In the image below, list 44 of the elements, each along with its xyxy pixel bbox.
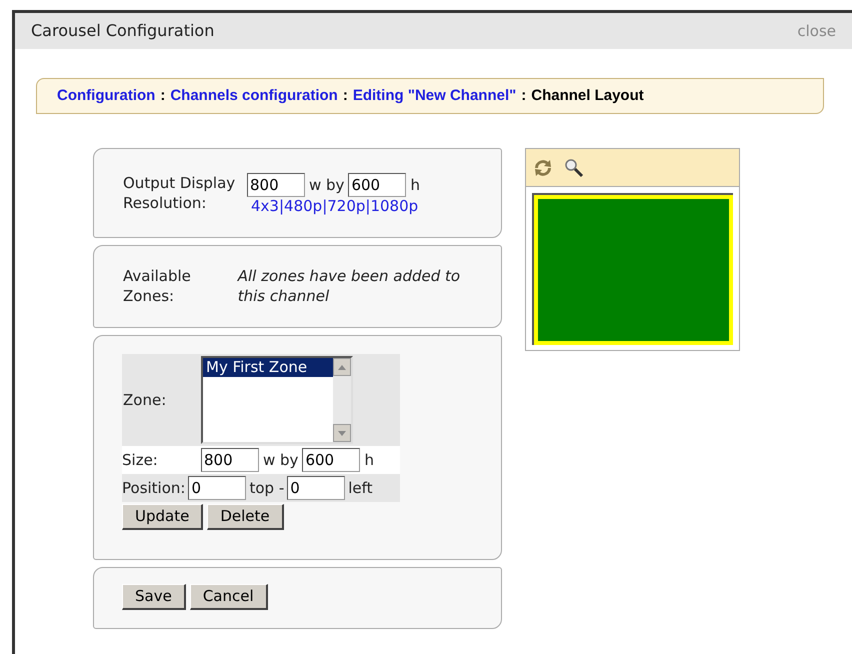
text-field[interactable]: 800 [247,173,305,197]
link-separator: | [278,196,284,217]
text-field[interactable]: 0 [188,476,246,500]
refresh-icon[interactable] [532,158,554,178]
form-button[interactable]: Delete [207,504,284,530]
unit-label: h [364,450,374,471]
breadcrumb-link[interactable]: Configuration [57,84,156,108]
field-label: Size: [122,450,159,471]
breadcrumb-link[interactable]: Editing "New Channel" [352,84,516,108]
zone-listbox[interactable]: My First Zone [201,356,353,444]
unit-label: top - [249,478,284,499]
window-title: Carousel Configuration [31,20,214,42]
field-label: Position: [122,478,186,499]
text-field[interactable]: 600 [302,448,360,472]
field-label: Available Zones: [123,266,192,306]
form-button[interactable]: Save [122,584,186,610]
zones-message: All zones have been added to this channel [238,266,462,306]
breadcrumb-separator: : [160,86,166,106]
breadcrumb-link[interactable]: Channels configuration [170,84,338,108]
resolution-link[interactable]: 720p [327,195,366,218]
scrollbar[interactable] [333,358,351,442]
unit-label: w by [309,174,344,196]
field-label: Zone: [122,390,168,411]
search-icon[interactable] [564,158,584,178]
breadcrumb-current: Channel Layout [531,86,644,106]
breadcrumb-separator: : [342,86,348,106]
unit-label: w by [263,450,298,471]
text-field[interactable]: 600 [348,173,406,197]
zone-option[interactable]: My First Zone [203,358,333,377]
form-button[interactable]: Update [122,504,204,530]
scroll-down-icon[interactable] [333,424,351,442]
field-label: Output Display Resolution: [123,173,236,214]
scroll-up-icon[interactable] [333,358,351,376]
resolution-link[interactable]: 1080p [370,195,418,218]
form-button[interactable]: Cancel [190,584,268,610]
link-separator: | [322,196,328,217]
text-field[interactable]: 0 [287,476,346,500]
unit-label: h [410,174,420,196]
unit-label: left [348,478,373,499]
link-separator: | [365,196,370,217]
resolution-link[interactable]: 480p [284,195,322,218]
text-field[interactable]: 800 [201,448,259,472]
breadcrumb-separator: : [521,86,526,106]
resolution-link[interactable]: 4x3 [251,195,279,218]
